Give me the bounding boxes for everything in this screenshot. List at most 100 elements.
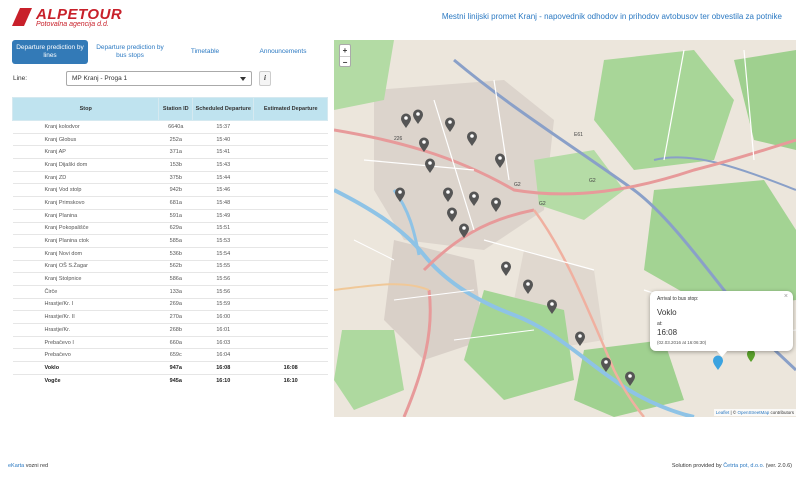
pin-dot: [422, 140, 426, 144]
ekarta-link[interactable]: eKarta: [8, 463, 24, 469]
cetrta-pot-link[interactable]: Četrta pot, d.o.o.: [723, 463, 764, 469]
popup-at-label: at:: [657, 321, 663, 327]
table-row[interactable]: Kranj Vod stolp 942b 15:46: [12, 183, 328, 197]
table-cell-stop: Kranj Dijaški dom: [12, 158, 159, 172]
tab-departure-by-bus-stops[interactable]: Departure prediction by bus stops: [88, 40, 172, 64]
table-cell-station-id: 562b: [158, 259, 193, 273]
header-station-id: Station ID: [158, 97, 194, 121]
table-row[interactable]: Kranj Globus 252a 15:40: [12, 132, 328, 146]
popup-time: 16:08: [657, 328, 678, 337]
table-cell-scheduled: 15:49: [192, 208, 254, 222]
table-cell-stop: Hrastje/Kr.: [12, 323, 159, 337]
table-cell-estimated: [253, 284, 328, 299]
table-cell-scheduled: 15:43: [192, 158, 254, 172]
osm-link[interactable]: OpenStreetMap: [737, 410, 769, 415]
info-button[interactable]: i: [259, 71, 271, 86]
table-cell-station-id: 6640a: [158, 120, 193, 134]
logo-icon: [12, 8, 32, 26]
table-cell-station-id: 536b: [158, 246, 193, 261]
table-row[interactable]: Prebačevo 659c 16:04: [12, 348, 328, 362]
line-select[interactable]: MP Kranj - Proga 1: [66, 71, 252, 86]
pin-dot: [416, 112, 420, 116]
table-cell-estimated: 16:08: [253, 361, 328, 375]
table-cell-estimated: [253, 132, 328, 146]
table-row[interactable]: Kranj Stolpnice 586a 15:56: [12, 272, 328, 286]
road-label: G2: [589, 178, 596, 184]
table-cell-scheduled: 16:08: [192, 361, 254, 375]
leaflet-link[interactable]: Leaflet: [716, 410, 730, 415]
footer-version: (ver. 2.0.6): [764, 463, 792, 469]
table-cell-stop: Hrastje/Kr. I: [12, 297, 159, 311]
table-cell-stop: Čirče: [12, 284, 159, 299]
table-row[interactable]: Kranj Novi dom 536b 15:54: [12, 246, 328, 261]
table-row[interactable]: Kranj Primskovo 681a 15:48: [12, 196, 328, 210]
table-row[interactable]: Vogče 945a 16:10 16:10: [12, 373, 328, 387]
table-cell-stop: Kranj Globus: [12, 132, 159, 146]
table-row[interactable]: Hrastje/Kr. 268b 16:01: [12, 323, 328, 337]
close-icon[interactable]: ×: [784, 293, 788, 300]
table-cell-station-id: 375b: [158, 170, 193, 184]
table-cell-estimated: 16:10: [253, 373, 328, 387]
table-row[interactable]: Prebačevo I 660a 16:03: [12, 335, 328, 349]
tab-bar: Departure prediction by lines Departure …: [12, 40, 328, 64]
table-cell-estimated: [253, 145, 328, 159]
table-cell-estimated: [253, 272, 328, 286]
table-cell-stop: Kranj Planina ctok: [12, 234, 159, 248]
table-row[interactable]: Voklo 947a 16:08 16:08: [12, 361, 328, 375]
zoom-out-button[interactable]: −: [340, 57, 350, 68]
footer-right: Solution provided by Četrta pot, d.o.o. …: [672, 463, 792, 469]
zoom-in-button[interactable]: +: [340, 45, 350, 57]
pin-dot: [398, 190, 402, 194]
table-row[interactable]: Hrastje/Kr. II 270a 16:00: [12, 310, 328, 324]
pin-dot: [462, 226, 466, 230]
table-cell-station-id: 585a: [158, 234, 193, 248]
table-row[interactable]: Hrastje/Kr. I 269a 15:59: [12, 297, 328, 311]
table-header-row: Stop Station ID Scheduled Departure Esti…: [11, 97, 328, 121]
table-row[interactable]: Kranj Dijaški dom 153b 15:43: [12, 158, 328, 172]
alpetour-logo[interactable]: ALPETOUR Potovalna agencija d.d.: [10, 6, 160, 32]
pin-dot: [604, 360, 608, 364]
table-cell-estimated: [253, 158, 328, 172]
map-canvas[interactable]: G2 G2 E61 G2 226: [334, 40, 796, 417]
table-row[interactable]: Kranj Pokopališče 629a 15:51: [12, 221, 328, 235]
pin-dot: [450, 210, 454, 214]
map[interactable]: G2 G2 E61 G2 226: [334, 40, 796, 417]
table-cell-stop: Kranj Primskovo: [12, 196, 159, 210]
pin-dot: [498, 156, 502, 160]
popup-stop: Voklo: [657, 308, 677, 317]
table-cell-stop: Kranj kolodvor: [12, 120, 159, 134]
pin-dot: [504, 264, 508, 268]
table-row[interactable]: Kranj ZD 375b 15:44: [12, 170, 328, 184]
table-row[interactable]: Kranj Planina ctok 585a 15:53: [12, 234, 328, 248]
table-cell-stop: Kranj Vod stolp: [12, 183, 159, 197]
table-cell-scheduled: 15:44: [192, 170, 254, 184]
tab-timetable[interactable]: Timetable: [172, 40, 238, 64]
header-scheduled: Scheduled Departure: [192, 97, 255, 121]
table-cell-scheduled: 15:48: [192, 196, 254, 210]
table-cell-station-id: 586a: [158, 272, 193, 286]
table-cell-scheduled: 15:54: [192, 246, 254, 261]
header-stop: Stop: [11, 97, 160, 121]
table-cell-stop: Kranj Pokopališče: [12, 221, 159, 235]
table-cell-scheduled: 16:01: [192, 323, 254, 337]
pin-dot: [472, 194, 476, 198]
table-cell-scheduled: 16:00: [192, 310, 254, 324]
table-cell-scheduled: 15:40: [192, 132, 254, 146]
pin-dot: [526, 282, 530, 286]
table-row[interactable]: Kranj OŠ S.Žagar 562b 15:55: [12, 259, 328, 273]
table-row[interactable]: Kranj AP 371a 15:41: [12, 145, 328, 159]
tab-announcements[interactable]: Announcements: [238, 40, 328, 64]
table-cell-station-id: 681a: [158, 196, 193, 210]
pin-dot: [446, 190, 450, 194]
table-row[interactable]: Čirče 133a 15:56: [12, 284, 328, 299]
table-cell-scheduled: 15:46: [192, 183, 254, 197]
table-row[interactable]: Kranj kolodvor 6640a 15:37: [12, 120, 328, 134]
table-cell-station-id: 942b: [158, 183, 193, 197]
header-estimated: Estimated Departure: [253, 97, 328, 121]
table-row[interactable]: Kranj Planina 591a 15:49: [12, 208, 328, 222]
table-cell-estimated: [253, 335, 328, 349]
line-select-value: MP Kranj - Proga 1: [72, 75, 128, 82]
tab-departure-by-lines[interactable]: Departure prediction by lines: [12, 40, 88, 64]
road-label: G2: [514, 182, 521, 188]
table-cell-scheduled: 15:53: [192, 234, 254, 248]
